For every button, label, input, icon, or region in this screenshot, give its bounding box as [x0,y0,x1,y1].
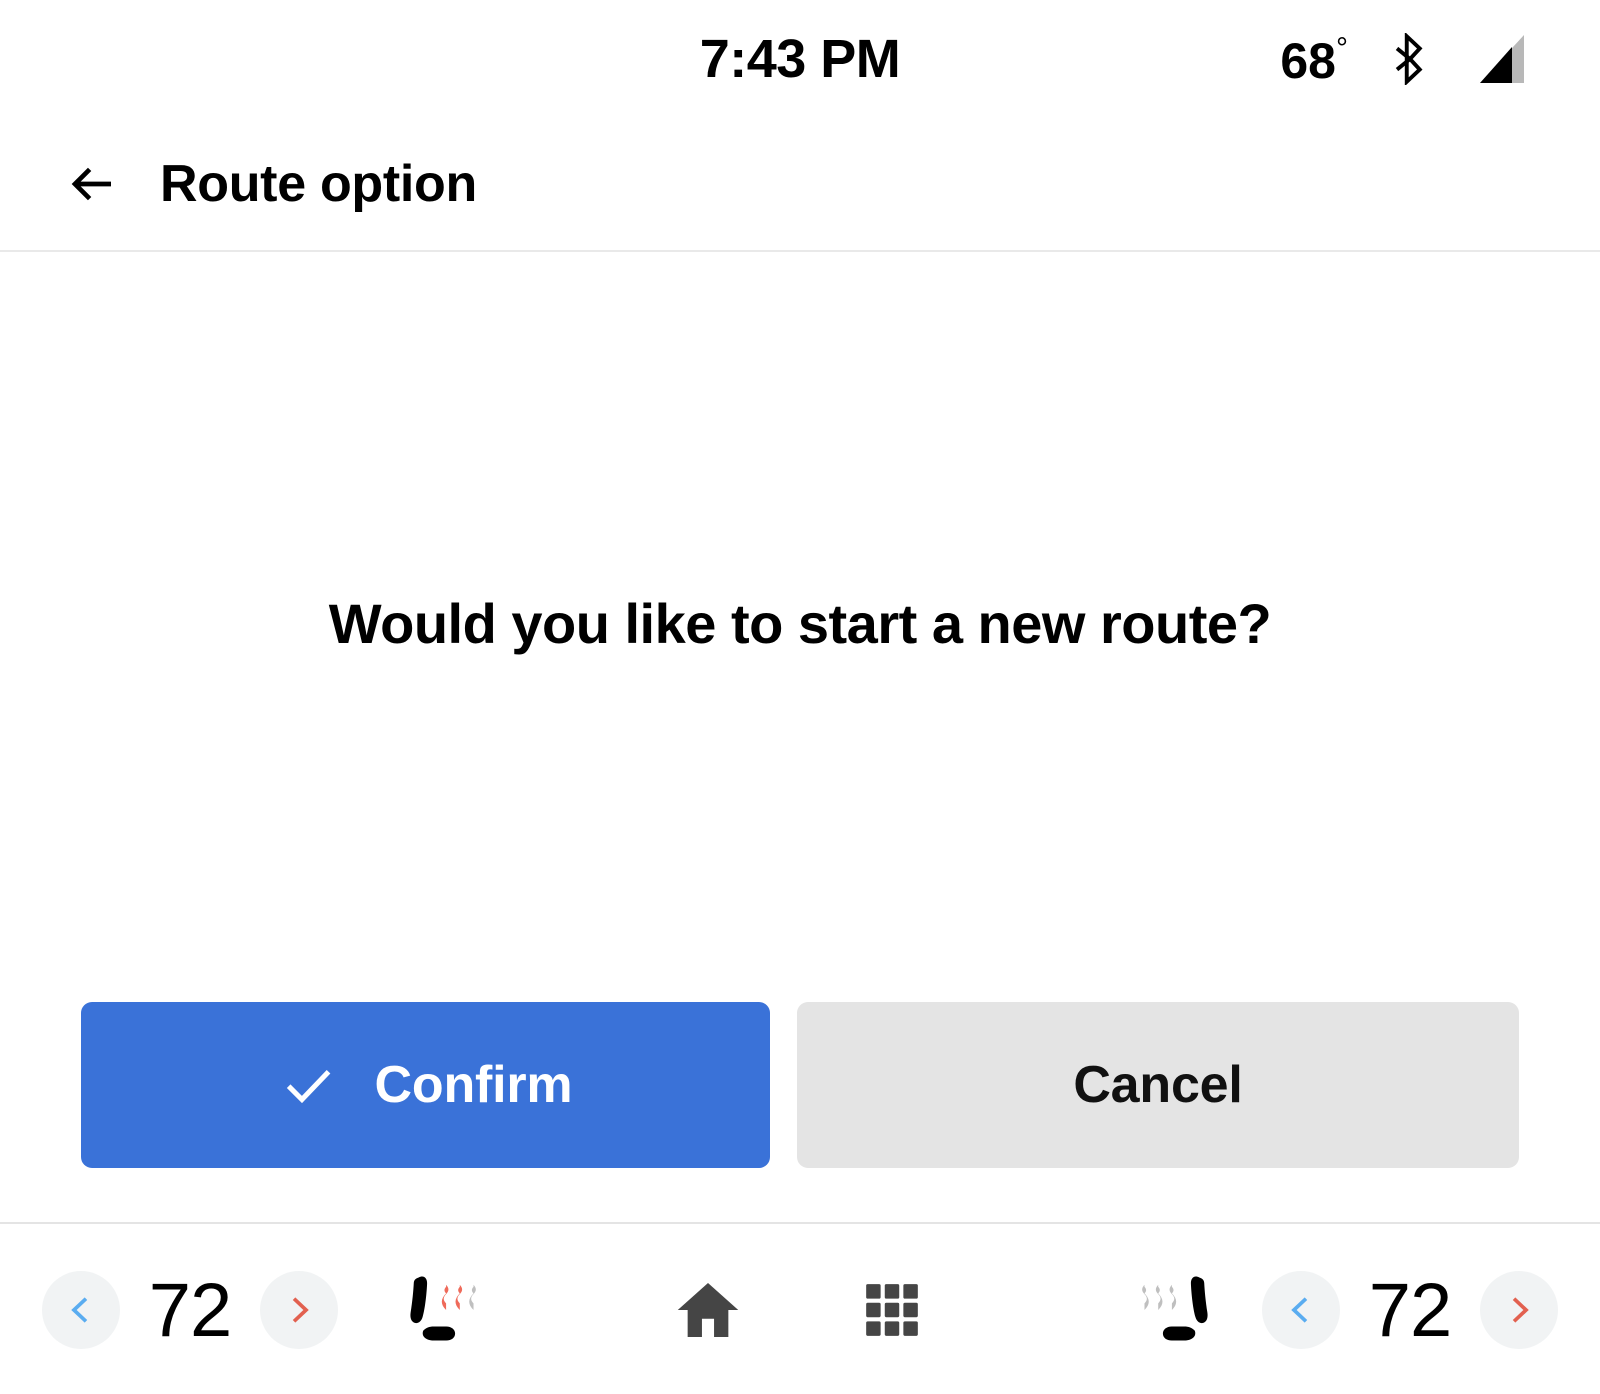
check-icon [279,1056,337,1114]
prompt-container: Would you like to start a new route? [0,592,1600,656]
confirm-button[interactable]: Confirm [81,1002,770,1168]
home-button[interactable] [653,1255,763,1365]
driver-temperature-value: 72 [148,1267,233,1353]
heated-seat-icon [1130,1266,1224,1354]
page-title: Route option [160,155,477,213]
heated-seat-icon [394,1266,488,1354]
chevron-right-icon [282,1293,316,1327]
status-bar: 7:43 PM 68° [0,0,1600,118]
driver-heated-seat-button[interactable] [382,1255,500,1365]
bottom-climate-bar: 72 72 [0,1222,1600,1394]
cancel-button-label: Cancel [1073,1056,1243,1114]
passenger-temperature-value: 72 [1368,1267,1453,1353]
driver-temp-increase-button[interactable] [260,1271,338,1349]
cancel-button[interactable]: Cancel [797,1002,1519,1168]
outside-temperature: 68° [1280,33,1348,89]
passenger-climate-group: 72 [1118,1224,1558,1394]
chevron-right-icon [1502,1293,1536,1327]
driver-climate-group: 72 [42,1224,500,1394]
chevron-left-icon [64,1293,98,1327]
driver-temp-decrease-button[interactable] [42,1271,120,1349]
confirm-button-label: Confirm [374,1056,573,1114]
back-button[interactable] [62,153,124,215]
passenger-temp-decrease-button[interactable] [1262,1271,1340,1349]
prompt-message: Would you like to start a new route? [328,592,1272,655]
app-bar: Route option [0,118,1600,252]
passenger-temp-increase-button[interactable] [1480,1271,1558,1349]
passenger-heated-seat-button[interactable] [1118,1255,1236,1365]
car-infotainment-screen: 7:43 PM 68° Route option Would you like … [0,0,1600,1394]
apps-button[interactable] [837,1255,947,1365]
dialog-content: Would you like to start a new route? Con… [0,252,1600,1222]
apps-grid-icon [861,1279,923,1341]
home-icon [675,1279,741,1341]
dialog-actions: Confirm Cancel [81,1002,1519,1168]
degree-symbol: ° [1336,32,1348,66]
outside-temperature-value: 68 [1280,33,1336,89]
back-arrow-icon [66,157,120,211]
status-bar-right-group: 68° [1280,0,1528,118]
bluetooth-icon [1390,33,1430,85]
cellular-signal-icon [1472,33,1528,85]
chevron-left-icon [1284,1293,1318,1327]
